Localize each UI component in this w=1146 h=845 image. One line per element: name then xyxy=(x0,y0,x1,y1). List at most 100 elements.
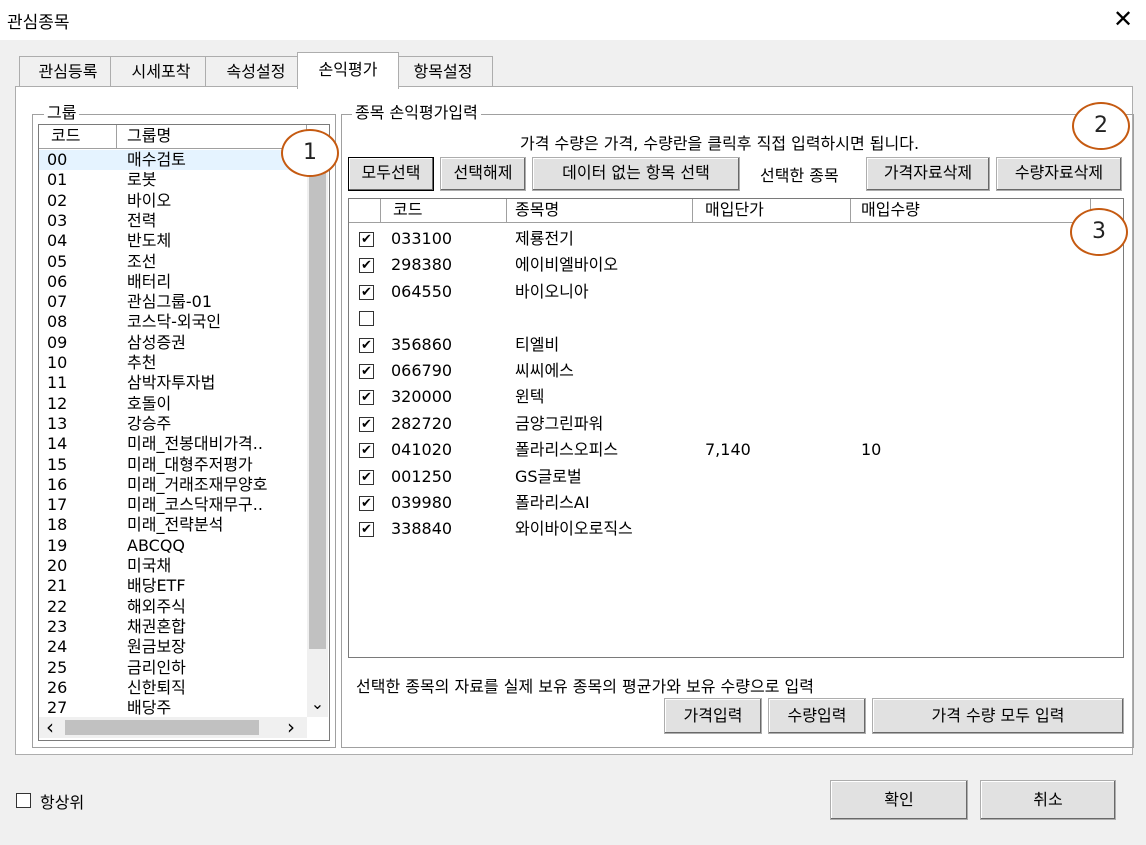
select-empty-button[interactable]: 데이터 없는 항목 선택 xyxy=(532,157,740,191)
group-code: 15 xyxy=(47,454,68,474)
col-header-stock-name[interactable]: 종목명 xyxy=(507,199,693,222)
stock-name: 폴라리스오피스 xyxy=(515,440,619,460)
group-row[interactable]: 04 반도체 xyxy=(39,231,305,251)
row-checkbox[interactable]: ✔ xyxy=(359,496,374,511)
tab-profit-loss[interactable]: 손익평가 xyxy=(297,52,399,89)
stock-code: 033100 xyxy=(391,229,453,248)
col-header-code[interactable]: 코드 xyxy=(381,199,507,222)
group-row[interactable]: 17 미래_코스닥재무구.. xyxy=(39,495,305,515)
stock-row[interactable]: ✔ 001250 GS글로벌 xyxy=(349,464,1119,490)
row-checkbox[interactable] xyxy=(359,311,374,327)
scroll-left-icon[interactable]: ‹ xyxy=(41,717,59,738)
row-checkbox[interactable]: ✔ xyxy=(359,258,374,274)
stock-row[interactable]: ✔ 039980 폴라리스AI xyxy=(349,490,1119,516)
group-row[interactable]: 20 미국채 xyxy=(39,556,305,576)
group-row[interactable]: 21 배당ETF xyxy=(39,576,305,596)
scroll-right-icon[interactable]: › xyxy=(282,717,300,738)
qty-input-button[interactable]: 수량입력 xyxy=(768,698,866,734)
group-list[interactable]: 코드 그룹명 00 매수검토 01 로봇 02 바이오 03 전력 04 반도체 05 조선 06 배터리… xyxy=(38,124,330,741)
group-code: 11 xyxy=(47,373,68,393)
stock-code: 064550 xyxy=(391,281,453,301)
close-icon[interactable]: ✕ xyxy=(1108,4,1138,34)
group-row[interactable]: 05 조선 xyxy=(39,252,305,272)
ok-button[interactable]: 확인 xyxy=(830,780,968,820)
group-row[interactable]: 06 배터리 xyxy=(39,272,305,292)
stock-name: 와이바이오로직스 xyxy=(515,519,633,539)
row-checkbox[interactable]: ✔ xyxy=(359,390,374,406)
price-input-button[interactable]: 가격입력 xyxy=(664,698,762,734)
stock-code: 298380 xyxy=(391,255,453,275)
tab-item-settings[interactable]: 항목설정 xyxy=(393,56,493,87)
row-checkbox[interactable]: ✔ xyxy=(359,416,374,432)
group-row[interactable]: 26 신한퇴직 xyxy=(39,678,305,698)
group-code: 02 xyxy=(47,190,68,210)
row-checkbox[interactable]: ✔ xyxy=(359,364,374,379)
stock-code: 039980 xyxy=(391,493,453,512)
group-row[interactable]: 15 미래_대형주저평가 xyxy=(39,455,305,475)
group-row[interactable]: 08 코스닥-외국인 xyxy=(39,312,305,332)
stock-row[interactable]: ✔ 356860 티엘비 xyxy=(349,332,1119,358)
group-hscrollbar[interactable]: ‹ › xyxy=(39,717,307,738)
stock-row[interactable]: ✔ 066790 씨씨에스 xyxy=(349,358,1119,384)
tab-price-capture[interactable]: 시세포착 xyxy=(110,56,212,87)
col-header-buy-qty[interactable]: 매입수량 xyxy=(851,199,1091,222)
buy-price[interactable]: 7,140 xyxy=(705,437,751,463)
group-row[interactable]: 12 호돌이 xyxy=(39,394,305,414)
row-checkbox[interactable]: ✔ xyxy=(359,522,374,538)
delete-qty-button[interactable]: 수량자료삭제 xyxy=(996,157,1122,191)
group-row[interactable]: 01 로봇 xyxy=(39,170,305,190)
group-row[interactable]: 27 배당주 xyxy=(39,698,305,718)
stock-list[interactable]: 코드 종목명 매입단가 매입수량 ✔ 033100 제룡전기 ✔ 298380 에이비엘바… xyxy=(348,198,1124,658)
group-row[interactable]: 10 추천 xyxy=(39,353,305,373)
row-checkbox[interactable]: ✔ xyxy=(359,443,374,459)
group-row[interactable]: 11 삼박자투자법 xyxy=(39,373,305,393)
select-all-button[interactable]: 모두선택 xyxy=(348,157,434,191)
group-vscroll-thumb[interactable] xyxy=(309,151,326,649)
row-checkbox[interactable]: ✔ xyxy=(359,284,374,300)
stock-row[interactable]: ✔ 064550 바이오니아 xyxy=(349,279,1119,305)
callout-3: 3 xyxy=(1070,208,1128,256)
group-row[interactable]: 19 ABCQQ xyxy=(39,536,305,556)
stock-row[interactable]: ✔ 338840 와이바이오로직스 xyxy=(349,516,1119,542)
group-row[interactable]: 00 매수검토 xyxy=(39,150,305,171)
row-checkbox[interactable]: ✔ xyxy=(359,337,374,353)
group-row[interactable]: 03 전력 xyxy=(39,211,305,231)
group-row[interactable]: 18 미래_전략분석 xyxy=(39,515,305,535)
callout-1: 1 xyxy=(281,129,339,177)
stock-row[interactable]: ✔ 033100 제룡전기 xyxy=(349,226,1119,252)
always-on-top-checkbox[interactable] xyxy=(16,793,31,808)
group-row[interactable]: 16 미래_거래조재무양호 xyxy=(39,475,305,495)
scroll-down-icon[interactable]: ⌄ xyxy=(307,696,328,715)
stock-row[interactable]: ✔ 041020 폴라리스오피스 7,140 10 xyxy=(349,437,1119,463)
col-header-buy-price[interactable]: 매입단가 xyxy=(693,199,851,222)
col-header-group-name[interactable]: 그룹명 xyxy=(117,125,307,148)
group-hscroll-thumb[interactable] xyxy=(65,720,259,735)
both-input-button[interactable]: 가격 수량 모두 입력 xyxy=(872,698,1124,734)
tab-property-settings[interactable]: 속성설정 xyxy=(205,56,307,87)
buy-qty[interactable]: 10 xyxy=(861,437,881,463)
group-row[interactable]: 25 금리인하 xyxy=(39,658,305,678)
group-row[interactable]: 09 삼성증권 xyxy=(39,333,305,353)
group-row[interactable]: 14 미래_전봉대비가격.. xyxy=(39,434,305,454)
col-header-code[interactable]: 코드 xyxy=(39,125,117,148)
stock-row[interactable]: ✔ 282720 금양그린파워 xyxy=(349,411,1119,437)
group-code: 12 xyxy=(47,393,68,413)
row-checkbox[interactable]: ✔ xyxy=(359,232,374,247)
delete-price-button[interactable]: 가격자료삭제 xyxy=(866,157,990,191)
group-row[interactable]: 13 강승주 xyxy=(39,414,305,434)
cancel-button[interactable]: 취소 xyxy=(980,780,1116,820)
group-vscrollbar[interactable]: ⌄ xyxy=(307,149,328,717)
group-row[interactable]: 22 해외주식 xyxy=(39,597,305,617)
group-row[interactable]: 07 관심그룹-01 xyxy=(39,292,305,312)
tab-watch-register[interactable]: 관심등록 xyxy=(19,56,117,87)
col-header-check[interactable] xyxy=(349,199,381,222)
group-name: 미래_대형주저평가 xyxy=(127,454,253,474)
group-row[interactable]: 23 채권혼합 xyxy=(39,617,305,637)
deselect-button[interactable]: 선택해제 xyxy=(440,157,526,191)
stock-row[interactable] xyxy=(349,305,1119,331)
group-row[interactable]: 24 원금보장 xyxy=(39,637,305,657)
group-row[interactable]: 02 바이오 xyxy=(39,191,305,211)
stock-row[interactable]: ✔ 298380 에이비엘바이오 xyxy=(349,252,1119,278)
row-checkbox[interactable]: ✔ xyxy=(359,469,374,485)
stock-row[interactable]: ✔ 320000 윈텍 xyxy=(349,384,1119,410)
